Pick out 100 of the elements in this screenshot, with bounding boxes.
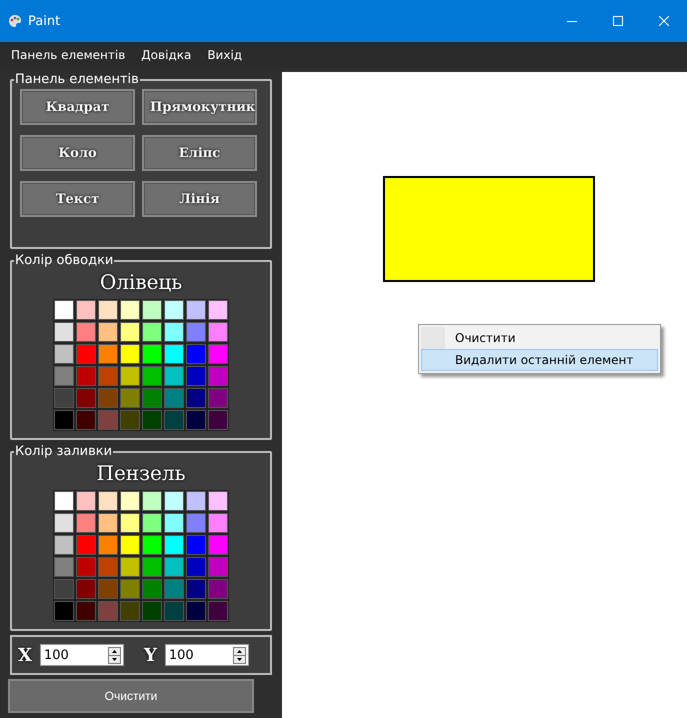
color-swatch[interactable]: [164, 535, 184, 555]
color-swatch[interactable]: [54, 300, 74, 320]
color-swatch[interactable]: [54, 557, 74, 577]
menu-item[interactable]: Довідка: [134, 46, 198, 64]
color-swatch[interactable]: [54, 388, 74, 408]
color-swatch[interactable]: [208, 579, 228, 599]
color-swatch[interactable]: [76, 535, 96, 555]
color-swatch[interactable]: [208, 410, 228, 430]
color-swatch[interactable]: [98, 344, 118, 364]
color-swatch[interactable]: [164, 322, 184, 342]
shape-button[interactable]: Коло: [20, 135, 135, 171]
color-swatch[interactable]: [142, 322, 162, 342]
color-swatch[interactable]: [76, 322, 96, 342]
color-swatch[interactable]: [164, 388, 184, 408]
color-swatch[interactable]: [164, 366, 184, 386]
color-swatch[interactable]: [54, 579, 74, 599]
color-swatch[interactable]: [164, 410, 184, 430]
color-swatch[interactable]: [98, 557, 118, 577]
color-swatch[interactable]: [98, 300, 118, 320]
color-swatch[interactable]: [186, 322, 206, 342]
color-swatch[interactable]: [186, 410, 206, 430]
color-swatch[interactable]: [186, 491, 206, 511]
color-swatch[interactable]: [120, 579, 140, 599]
color-swatch[interactable]: [186, 388, 206, 408]
color-swatch[interactable]: [208, 601, 228, 621]
shape-button[interactable]: Текст: [20, 181, 135, 217]
color-swatch[interactable]: [76, 344, 96, 364]
color-swatch[interactable]: [120, 344, 140, 364]
number-field[interactable]: 100: [164, 644, 249, 666]
color-swatch[interactable]: [98, 322, 118, 342]
context-menu-item[interactable]: Очистити: [421, 327, 658, 349]
color-swatch[interactable]: [76, 491, 96, 511]
color-swatch[interactable]: [76, 410, 96, 430]
color-swatch[interactable]: [208, 300, 228, 320]
color-swatch[interactable]: [98, 410, 118, 430]
shape-button[interactable]: Квадрат: [20, 89, 135, 125]
color-swatch[interactable]: [54, 601, 74, 621]
color-swatch[interactable]: [54, 366, 74, 386]
color-swatch[interactable]: [120, 491, 140, 511]
color-swatch[interactable]: [208, 322, 228, 342]
color-swatch[interactable]: [164, 579, 184, 599]
context-menu-item[interactable]: Видалити останній елемент: [421, 349, 658, 371]
color-swatch[interactable]: [54, 535, 74, 555]
shape-button[interactable]: Прямокутник: [142, 89, 257, 125]
color-swatch[interactable]: [142, 513, 162, 533]
color-swatch[interactable]: [142, 366, 162, 386]
color-swatch[interactable]: [76, 579, 96, 599]
color-swatch[interactable]: [76, 388, 96, 408]
color-swatch[interactable]: [208, 513, 228, 533]
color-swatch[interactable]: [142, 410, 162, 430]
color-swatch[interactable]: [120, 388, 140, 408]
color-swatch[interactable]: [142, 344, 162, 364]
shape-button[interactable]: Лінія: [142, 181, 257, 217]
color-swatch[interactable]: [120, 410, 140, 430]
color-swatch[interactable]: [98, 579, 118, 599]
color-swatch[interactable]: [142, 491, 162, 511]
color-swatch[interactable]: [54, 513, 74, 533]
color-swatch[interactable]: [120, 535, 140, 555]
color-swatch[interactable]: [98, 388, 118, 408]
color-swatch[interactable]: [208, 491, 228, 511]
color-swatch[interactable]: [164, 601, 184, 621]
color-swatch[interactable]: [208, 344, 228, 364]
menu-item[interactable]: Панель елементів: [4, 46, 132, 64]
maximize-icon[interactable]: [613, 16, 623, 26]
color-swatch[interactable]: [208, 535, 228, 555]
color-swatch[interactable]: [98, 513, 118, 533]
color-swatch[interactable]: [186, 557, 206, 577]
shape-button[interactable]: Еліпс: [142, 135, 257, 171]
color-swatch[interactable]: [164, 491, 184, 511]
minimize-icon[interactable]: [567, 20, 577, 22]
color-swatch[interactable]: [142, 601, 162, 621]
color-swatch[interactable]: [98, 366, 118, 386]
spinner-icon[interactable]: [108, 646, 121, 664]
color-swatch[interactable]: [186, 366, 206, 386]
color-swatch[interactable]: [142, 535, 162, 555]
color-swatch[interactable]: [76, 601, 96, 621]
color-swatch[interactable]: [208, 388, 228, 408]
color-swatch[interactable]: [98, 535, 118, 555]
color-swatch[interactable]: [142, 557, 162, 577]
color-swatch[interactable]: [120, 513, 140, 533]
color-swatch[interactable]: [164, 513, 184, 533]
color-swatch[interactable]: [54, 491, 74, 511]
color-swatch[interactable]: [186, 601, 206, 621]
drawing-canvas[interactable]: Очистити Видалити останній елемент: [282, 72, 687, 718]
color-swatch[interactable]: [76, 300, 96, 320]
clear-button[interactable]: Очистити: [8, 679, 254, 713]
color-swatch[interactable]: [76, 513, 96, 533]
number-field[interactable]: 100: [40, 644, 124, 666]
color-swatch[interactable]: [120, 601, 140, 621]
spinner-icon[interactable]: [232, 646, 246, 664]
color-swatch[interactable]: [186, 535, 206, 555]
color-swatch[interactable]: [142, 579, 162, 599]
color-swatch[interactable]: [98, 491, 118, 511]
color-swatch[interactable]: [164, 300, 184, 320]
color-swatch[interactable]: [186, 513, 206, 533]
color-swatch[interactable]: [186, 344, 206, 364]
color-swatch[interactable]: [120, 557, 140, 577]
color-swatch[interactable]: [76, 557, 96, 577]
color-swatch[interactable]: [164, 557, 184, 577]
color-swatch[interactable]: [208, 366, 228, 386]
